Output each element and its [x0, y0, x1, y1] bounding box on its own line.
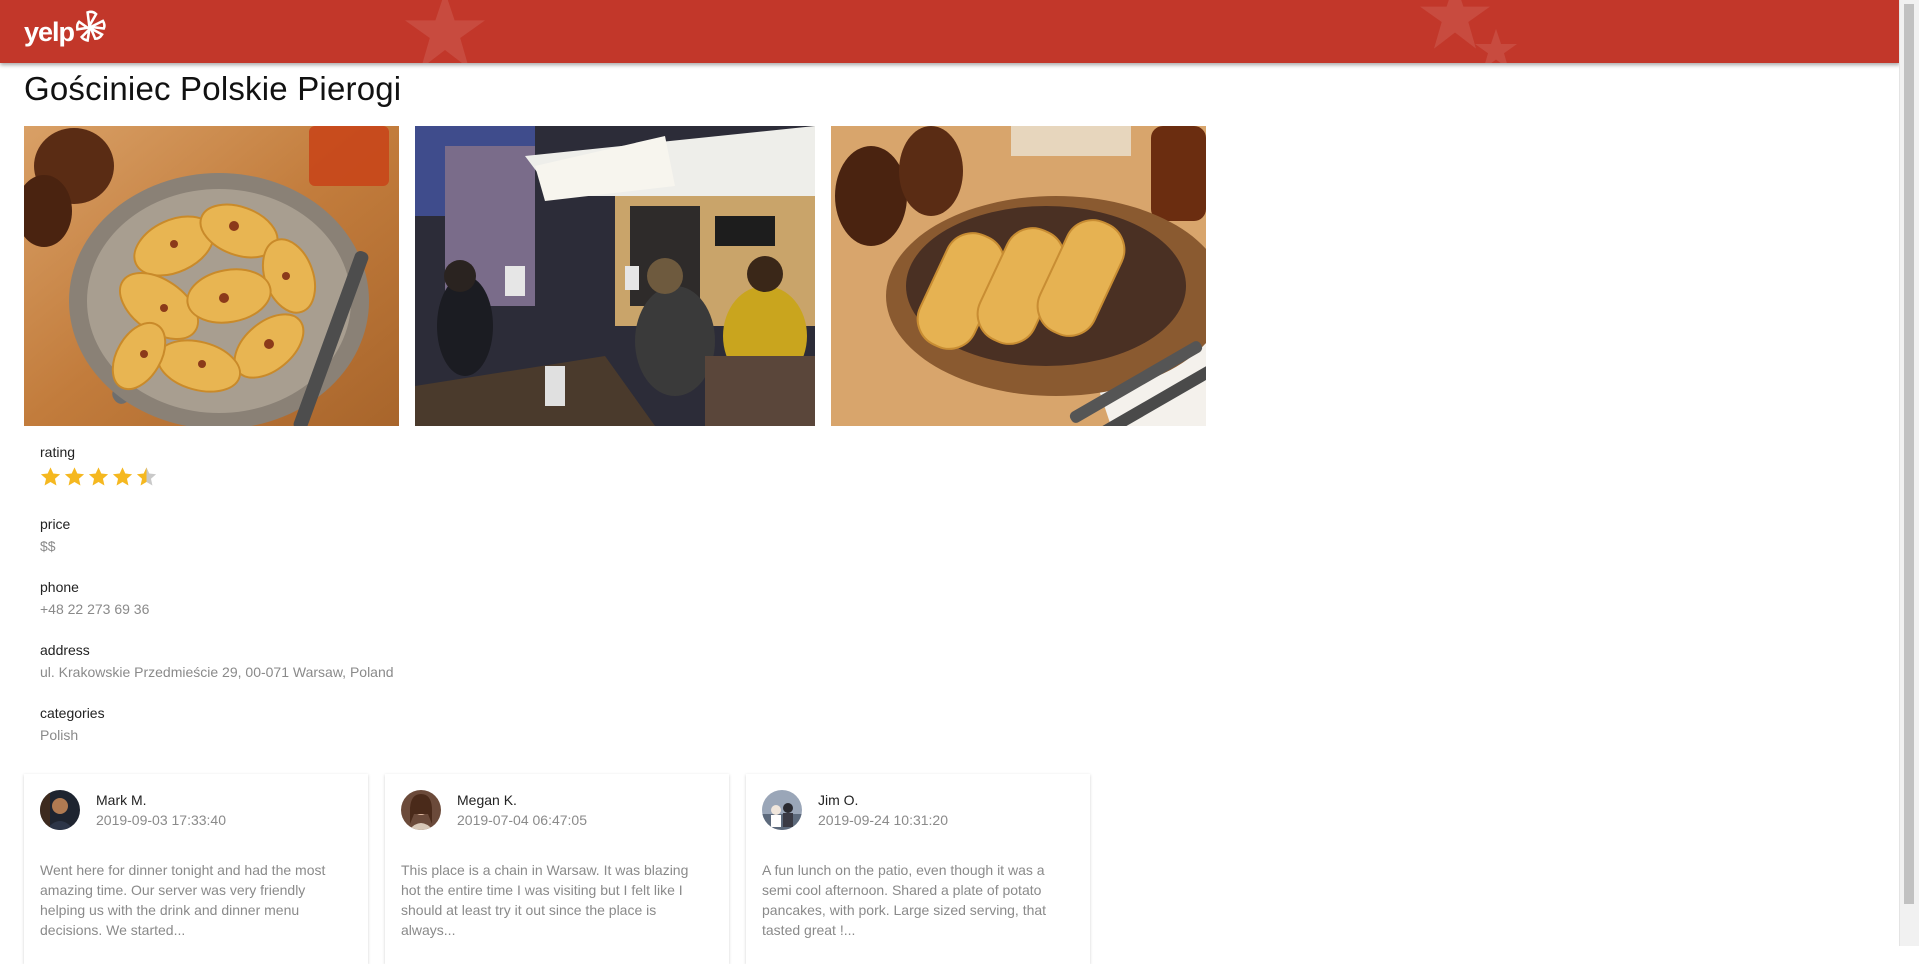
review-timestamp: 2019-09-24 10:31:20 [818, 812, 948, 828]
rating-stars [40, 466, 157, 487]
rating-field: rating [40, 444, 157, 487]
rating-label: rating [40, 444, 76, 460]
star-full-icon [88, 467, 109, 486]
reviewer-avatar-icon [762, 790, 802, 830]
reviewer-avatar-icon [40, 790, 80, 830]
scrollbar-thumb[interactable] [1904, 4, 1914, 904]
business-photo-2[interactable] [415, 126, 815, 426]
star-half-icon [136, 467, 157, 486]
categories-value: Polish [40, 727, 79, 743]
star-decoration-icon [405, 0, 485, 63]
phone-field: phone +48 22 273 69 36 [40, 579, 149, 617]
star-decoration-icon [1475, 28, 1517, 63]
star-full-icon [112, 467, 133, 486]
phone-value: +48 22 273 69 36 [40, 601, 150, 617]
star-full-icon [40, 467, 61, 486]
business-photo-1[interactable] [24, 126, 399, 426]
business-name: Gościniec Polskie Pierogi [24, 70, 402, 107]
review-timestamp: 2019-07-04 06:47:05 [457, 812, 587, 828]
price-label: price [40, 516, 71, 532]
logo-text: yelp [24, 17, 75, 47]
phone-label: phone [40, 579, 79, 595]
price-value: $$ [40, 538, 56, 554]
business-photo-3[interactable] [831, 126, 1206, 426]
review-timestamp: 2019-09-03 17:33:40 [96, 812, 226, 828]
reviewer-name: Jim O. [818, 792, 859, 808]
rolled-crepes-photo [831, 126, 1206, 426]
reviewer-name: Mark M. [96, 792, 147, 808]
review-text: A fun lunch on the patio, even though it… [762, 862, 1047, 938]
vertical-scrollbar[interactable] [1899, 0, 1919, 946]
restaurant-patio-photo [415, 126, 815, 426]
reviewer-avatar-icon [401, 790, 441, 830]
yelp-logo[interactable]: yelp [24, 9, 106, 53]
pierogi-pan-photo [24, 126, 399, 426]
avatar [40, 790, 80, 830]
address-field: address ul. Krakowskie Przedmieście 29, … [40, 642, 394, 680]
categories-field: categories Polish [40, 705, 105, 743]
reviewer-name: Megan K. [457, 792, 517, 808]
review-text: This place is a chain in Warsaw. It was … [401, 862, 689, 938]
review-text: Went here for dinner tonight and had the… [40, 862, 326, 938]
address-value: ul. Krakowskie Przedmieście 29, 00-071 W… [40, 664, 394, 680]
yelp-burst-icon [75, 10, 106, 42]
top-app-bar: yelp [0, 0, 1900, 63]
review-card[interactable]: Megan K. 2019-07-04 06:47:05 This place … [385, 774, 729, 964]
review-card[interactable]: Mark M. 2019-09-03 17:33:40 Went here fo… [24, 774, 368, 964]
categories-label: categories [40, 705, 105, 721]
star-full-icon [64, 467, 85, 486]
avatar [401, 790, 441, 830]
price-field: price $$ [40, 516, 70, 554]
address-label: address [40, 642, 90, 658]
avatar [762, 790, 802, 830]
review-card[interactable]: Jim O. 2019-09-24 10:31:20 A fun lunch o… [746, 774, 1090, 964]
